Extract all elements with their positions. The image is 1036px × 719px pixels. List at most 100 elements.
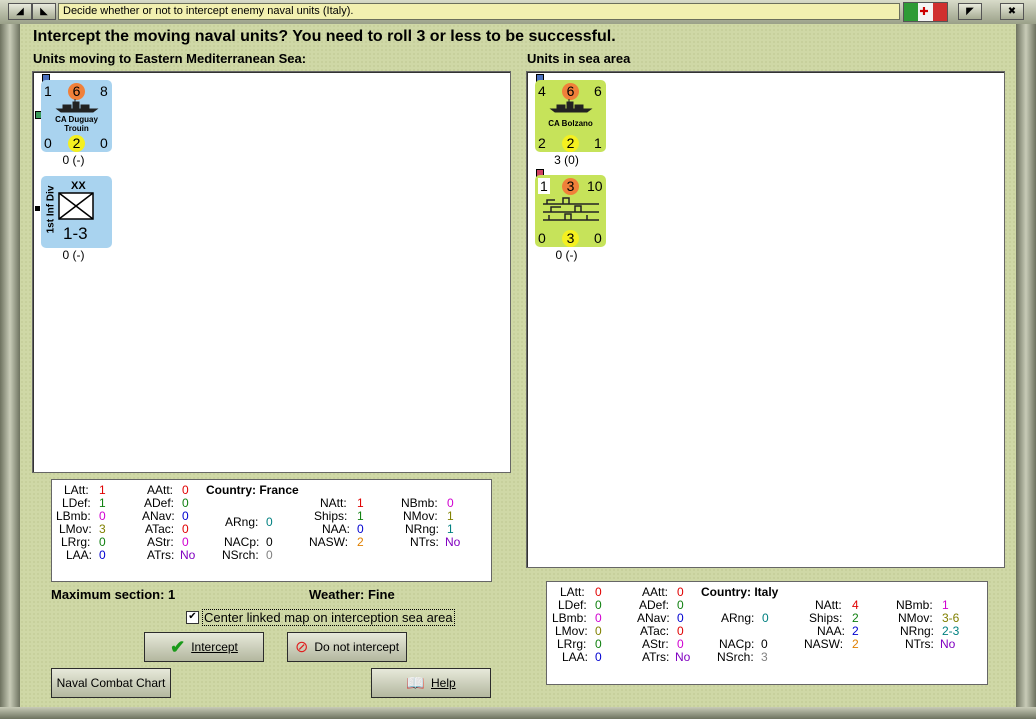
close-icon[interactable]: ✖ xyxy=(1000,3,1024,20)
stat-key: NACp: xyxy=(719,637,755,651)
stat-key: LAtt: xyxy=(64,483,89,497)
counter-value: 10 xyxy=(587,178,603,194)
stat-key: Ships: xyxy=(314,509,348,523)
weather-label: Weather: Fine xyxy=(309,587,395,602)
bottom-border xyxy=(0,707,1036,719)
stat-key: LBmb: xyxy=(56,509,91,523)
unit-size: XX xyxy=(71,180,86,192)
intercept-button-label: Intercept xyxy=(191,640,238,654)
stat-value: 0 xyxy=(595,637,602,651)
stat-value: 0 xyxy=(266,515,273,529)
stat-key: NAtt: xyxy=(815,598,842,612)
stat-value: 0 xyxy=(99,548,106,562)
unit-counter-ca-bolzano[interactable]: 4 6 6 CA Bolzano 2 2 1 xyxy=(535,80,606,152)
france-stats-panel: LAtt: 1 LDef: 1 LBmb: 0 LMov: 3 LRrg: 0 LAA: 0… xyxy=(51,479,492,582)
stat-key: LAA: xyxy=(562,650,589,664)
stat-key: AStr: xyxy=(147,535,174,549)
stat-key: LAA: xyxy=(66,548,93,562)
counter-name: CA Bolzano xyxy=(548,119,593,128)
unit-status: 0 (-) xyxy=(555,248,578,262)
stat-key: NASW: xyxy=(804,637,844,651)
stat-key: NAtt: xyxy=(320,496,347,510)
left-border xyxy=(0,24,20,707)
counter-value: 0 xyxy=(594,230,602,246)
counter-value: 6 xyxy=(68,83,85,100)
unit-counter-1st-inf-div[interactable]: XX 1st Inf Div 1-3 xyxy=(41,176,112,248)
counter-value: 2 xyxy=(68,135,85,152)
stat-value: 0 xyxy=(595,598,602,612)
center-map-checkbox-label[interactable]: Center linked map on interception sea ar… xyxy=(202,609,455,626)
stat-value: 0 xyxy=(99,535,106,549)
counter-value: 3 xyxy=(562,230,579,247)
naval-combat-chart-button-label: Naval Combat Chart xyxy=(56,676,166,690)
counter-value: 0 xyxy=(538,230,546,246)
stat-value: 0 xyxy=(677,611,684,625)
stat-key: NAA: xyxy=(322,522,351,536)
stat-key: NSrch: xyxy=(222,548,259,562)
stat-key: NTrs: xyxy=(410,535,439,549)
minimize-button[interactable]: ◣ xyxy=(32,3,56,20)
stat-key: NMov: xyxy=(898,611,933,625)
stat-value: 1 xyxy=(99,483,106,497)
counter-value: 1 xyxy=(44,83,52,99)
counter-name: Trouin xyxy=(64,124,89,133)
stat-key: LBmb: xyxy=(552,611,587,625)
page-title: Intercept the moving naval units? You ne… xyxy=(33,28,616,45)
checkmark-icon: ✔ xyxy=(170,636,186,657)
stat-value: 2-3 xyxy=(942,624,960,638)
stat-key: ATac: xyxy=(640,624,670,638)
do-not-intercept-button[interactable]: ⊘ Do not intercept xyxy=(287,632,407,662)
stat-key: NSrch: xyxy=(717,650,754,664)
stat-value: 3 xyxy=(761,650,768,664)
naval-combat-chart-button[interactable]: Naval Combat Chart xyxy=(51,668,171,698)
italy-flag-icon: ✚ xyxy=(903,2,948,22)
stat-key: NRng: xyxy=(405,522,440,536)
max-section-label: Maximum section: 1 xyxy=(51,587,176,602)
stat-key: ADef: xyxy=(144,496,175,510)
counter-value: 8 xyxy=(100,83,108,99)
stat-key: ADef: xyxy=(639,598,670,612)
restore-button[interactable]: ◤ xyxy=(958,3,982,20)
counter-value: 2 xyxy=(538,135,546,151)
stat-value: 0 xyxy=(357,522,364,536)
no-entry-icon: ⊘ xyxy=(294,639,309,656)
stat-key: LRrg: xyxy=(61,535,91,549)
stat-value: No xyxy=(445,535,461,549)
intercept-button[interactable]: ✔ Intercept xyxy=(144,632,264,662)
unit-side-name: 1st Inf Div xyxy=(45,185,57,234)
stat-value: 2 xyxy=(357,535,364,549)
stat-value: 0 xyxy=(99,509,106,523)
stat-key: NRng: xyxy=(900,624,935,638)
center-map-checkbox[interactable]: ✔ xyxy=(186,611,199,624)
stat-key: NMov: xyxy=(403,509,438,523)
help-button[interactable]: 📖 Help xyxy=(371,668,491,698)
stat-value: 4 xyxy=(852,598,859,612)
unit-counter-ca-duguay-trouin[interactable]: 1 6 8 CA Duguay Trouin 0 2 0 xyxy=(41,80,112,152)
help-book-icon: 📖 xyxy=(406,675,425,692)
stat-value: 0 xyxy=(595,611,602,625)
stat-key: NTrs: xyxy=(905,637,934,651)
stat-value: 0 xyxy=(182,522,189,536)
stat-value: 2 xyxy=(852,637,859,651)
country-label: Country: Italy xyxy=(701,585,779,599)
unit-status: 3 (0) xyxy=(554,153,579,167)
stat-value: No xyxy=(940,637,956,651)
stat-key: LMov: xyxy=(59,522,92,536)
stat-value: 0 xyxy=(595,585,602,599)
counter-value: 3 xyxy=(562,178,579,195)
counter-value: 1 xyxy=(594,135,602,151)
counter-value: 0 xyxy=(100,135,108,151)
stat-value: 0 xyxy=(677,624,684,638)
stat-key: NACp: xyxy=(224,535,260,549)
stat-value: 2 xyxy=(852,624,859,638)
stat-value: 1 xyxy=(942,598,949,612)
unit-status: 0 (-) xyxy=(62,248,85,262)
stat-key: Ships: xyxy=(809,611,843,625)
cruiser-ship-icon xyxy=(55,99,99,113)
stat-value: 1 xyxy=(447,522,454,536)
unit-counter-ship-stack[interactable]: 1 3 10 0 3 0 xyxy=(535,175,606,247)
stat-value: 2 xyxy=(852,611,859,625)
do-not-intercept-button-label: Do not intercept xyxy=(314,640,400,654)
system-menu-button[interactable]: ◢ xyxy=(8,3,32,20)
stat-key: NBmb: xyxy=(896,598,933,612)
